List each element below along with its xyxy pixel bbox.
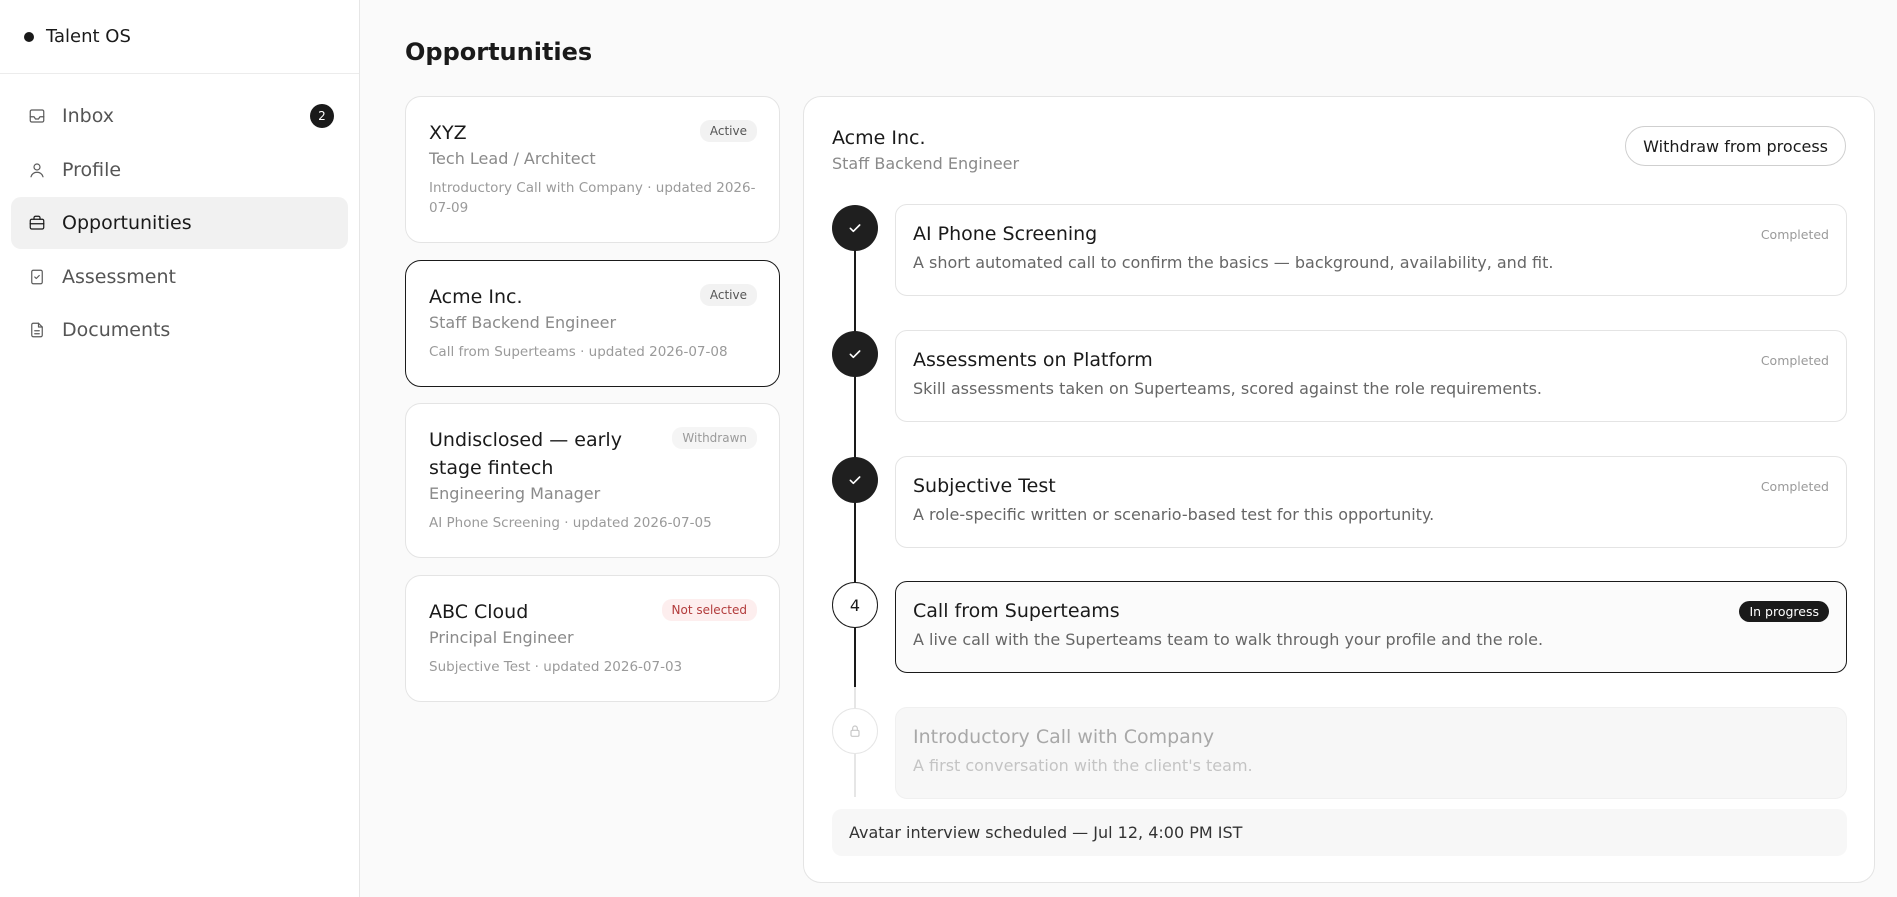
sidebar-item-label: Assessment xyxy=(62,265,176,288)
briefcase-icon xyxy=(28,214,46,232)
sidebar-item-documents[interactable]: Documents xyxy=(11,304,348,356)
brand[interactable]: Talent OS xyxy=(0,0,359,74)
opportunity-role: Staff Backend Engineer xyxy=(429,313,617,332)
check-icon xyxy=(849,350,861,359)
opportunity-card-xyz[interactable]: XYZ Active Tech Lead / Architect Introdu… xyxy=(405,96,780,243)
step-node-completed xyxy=(832,205,878,251)
opportunity-meta: AI Phone Screening · updated 2026-07-05 xyxy=(429,515,712,531)
step-description: A short automated call to confirm the ba… xyxy=(913,253,1554,272)
opportunity-detail-panel: Acme Inc. Staff Backend Engineer Withdra… xyxy=(803,96,1875,883)
step-description: A live call with the Superteams team to … xyxy=(913,630,1544,649)
user-icon xyxy=(28,161,46,179)
opportunity-company: Undisclosed — early stage fintech xyxy=(429,429,622,479)
step-card-subjective-test[interactable]: Subjective Test A role-specific written … xyxy=(895,456,1847,548)
step-description: A first conversation with the client's t… xyxy=(913,756,1253,775)
check-icon xyxy=(849,224,861,233)
sidebar-item-label: Inbox xyxy=(62,105,114,127)
sidebar-item-label: Opportunities xyxy=(62,212,192,234)
detail-company: Acme Inc. xyxy=(832,127,926,149)
opportunity-card-acme[interactable]: Acme Inc. Active Staff Backend Engineer … xyxy=(405,260,780,387)
opportunity-role: Engineering Manager xyxy=(429,484,601,503)
lock-icon xyxy=(850,725,860,737)
step-description: Skill assessments taken on Superteams, s… xyxy=(913,379,1543,398)
inbox-icon xyxy=(28,107,46,125)
sidebar: Talent OS Inbox 2 Profile Opportunities xyxy=(0,0,360,897)
opportunity-company: ABC Cloud xyxy=(429,601,529,623)
schedule-note: Avatar interview scheduled — Jul 12, 4:0… xyxy=(832,809,1847,856)
step-status: Completed xyxy=(1760,227,1829,242)
document-icon xyxy=(28,321,46,339)
step-description: A role-specific written or scenario-base… xyxy=(913,505,1435,524)
opportunity-card-undisclosed[interactable]: Undisclosed — early stage fintech Withdr… xyxy=(405,403,780,558)
opportunity-card-abc-cloud[interactable]: ABC Cloud Not selected Principal Enginee… xyxy=(405,575,780,702)
brand-logo-dot xyxy=(24,31,34,42)
step-title: Introductory Call with Company xyxy=(913,726,1215,748)
sidebar-item-label: Documents xyxy=(62,319,171,341)
opportunity-role: Principal Engineer xyxy=(429,628,574,647)
step-title: AI Phone Screening xyxy=(913,223,1098,245)
sidebar-item-label: Profile xyxy=(62,158,122,181)
step-title: Call from Superteams xyxy=(913,600,1120,622)
detail-role: Staff Backend Engineer xyxy=(832,154,1020,173)
opportunity-company: Acme Inc. xyxy=(429,286,523,308)
opportunity-role: Tech Lead / Architect xyxy=(429,149,596,168)
opportunity-meta: Call from Superteams · updated 2026-07-0… xyxy=(429,344,728,360)
opportunity-meta: Subjective Test · updated 2026-07-03 xyxy=(429,659,683,675)
status-badge: Active xyxy=(699,284,757,306)
step-status: Completed xyxy=(1760,479,1829,494)
step-card-introductory-call: Introductory Call with Company A first c… xyxy=(895,707,1847,799)
step-title: Assessments on Platform xyxy=(913,349,1153,371)
step-node-completed xyxy=(832,457,878,503)
status-badge: Withdrawn xyxy=(672,427,757,449)
step-node-completed xyxy=(832,331,878,377)
step-status-badge: In progress xyxy=(1739,601,1829,622)
inbox-count-badge: 2 xyxy=(310,104,334,128)
page-title: Opportunities xyxy=(405,38,593,66)
step-card-ai-phone-screening[interactable]: AI Phone Screening A short automated cal… xyxy=(895,204,1847,296)
opportunity-company: XYZ xyxy=(429,122,467,144)
opportunity-meta: Introductory Call with Company · updated… xyxy=(429,180,756,216)
check-icon xyxy=(849,476,861,485)
step-title: Subjective Test xyxy=(913,475,1056,497)
status-badge: Active xyxy=(699,120,757,142)
step-card-assessments-on-platform[interactable]: Assessments on Platform Skill assessment… xyxy=(895,330,1847,422)
sidebar-item-opportunities[interactable]: Opportunities xyxy=(11,197,348,249)
step-node-current: 4 xyxy=(832,582,878,628)
sidebar-item-inbox[interactable]: Inbox 2 xyxy=(11,90,348,142)
step-status: Completed xyxy=(1760,353,1829,368)
clipboard-check-icon xyxy=(28,268,46,286)
step-card-call-from-superteams[interactable]: Call from Superteams A live call with th… xyxy=(895,581,1847,673)
sidebar-item-assessment[interactable]: Assessment xyxy=(11,251,348,303)
sidebar-nav: Inbox 2 Profile Opportunities Assessment xyxy=(0,74,359,374)
status-badge: Not selected xyxy=(661,599,757,621)
sidebar-item-profile[interactable]: Profile xyxy=(11,144,348,196)
brand-name: Talent OS xyxy=(46,26,131,47)
step-node-locked xyxy=(832,708,878,754)
withdraw-button[interactable]: Withdraw from process xyxy=(1625,126,1846,166)
